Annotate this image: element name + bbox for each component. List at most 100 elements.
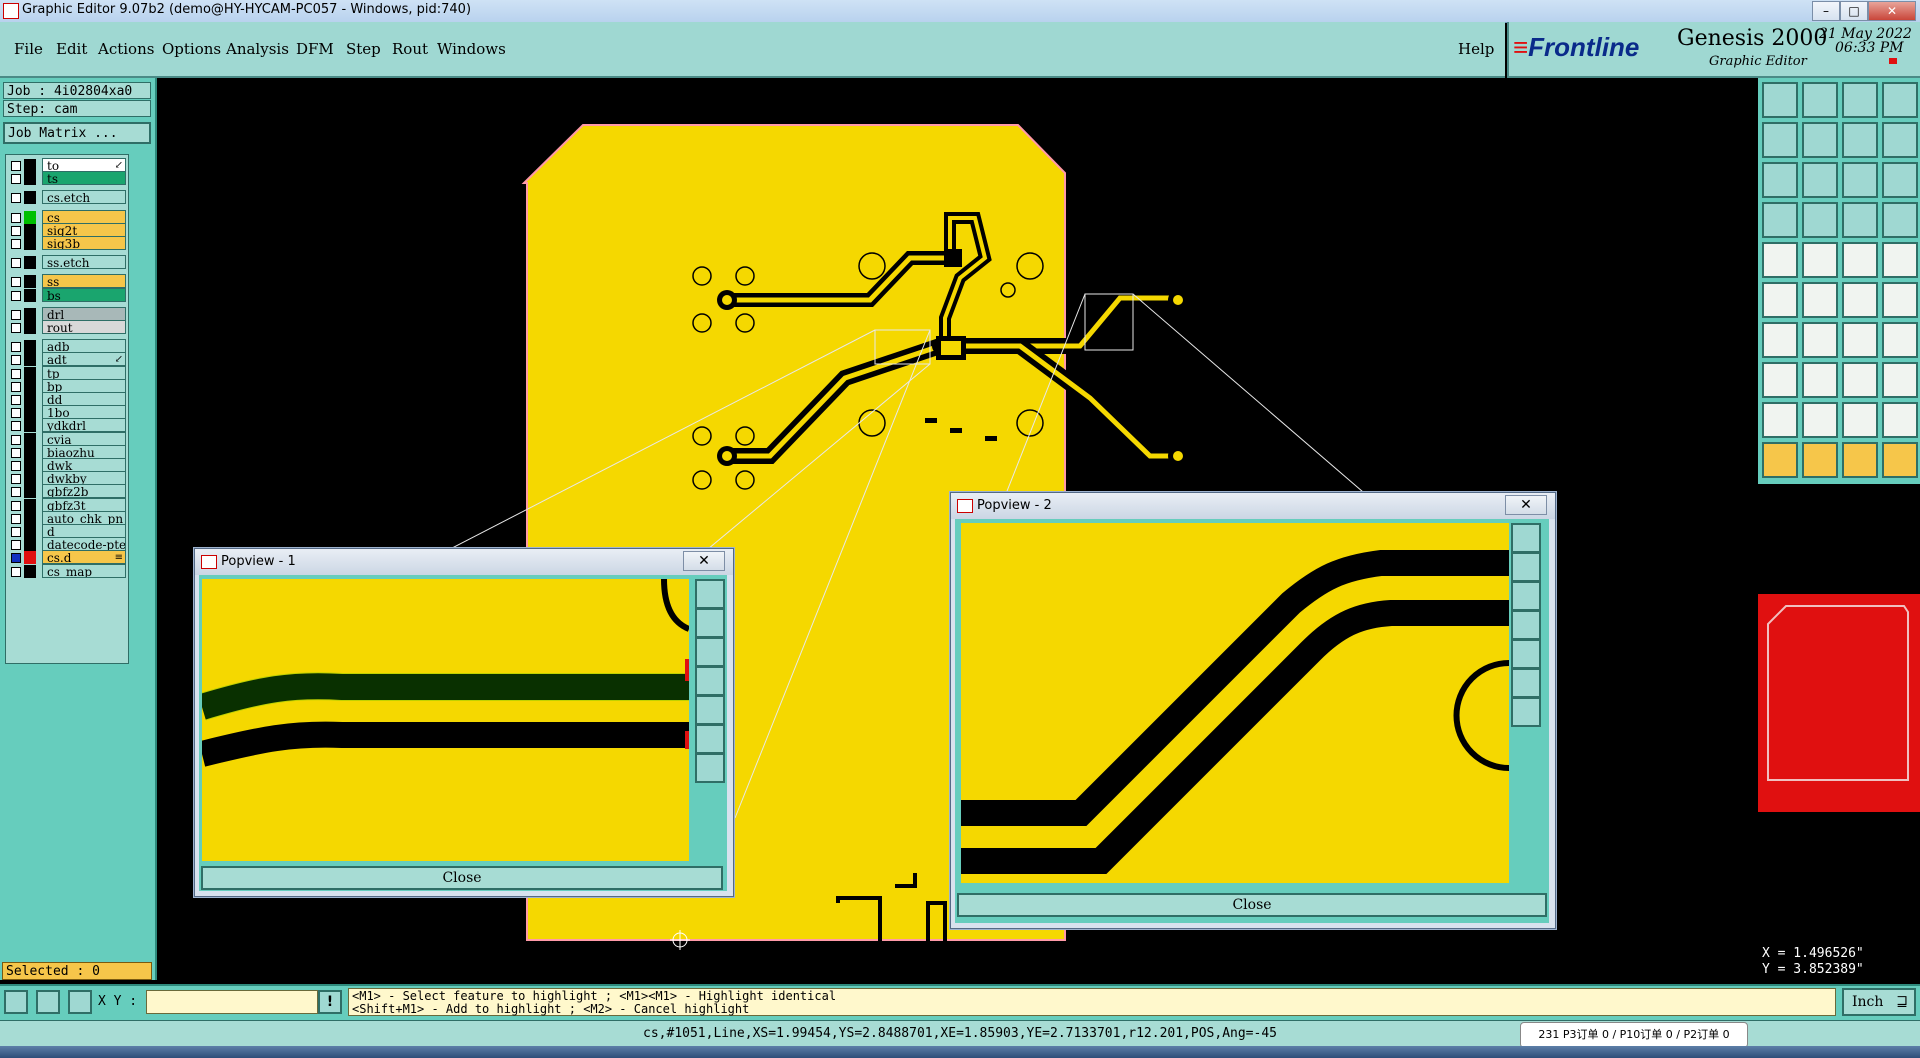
- popview-2-canvas[interactable]: [961, 523, 1509, 883]
- help-icon[interactable]: [1882, 162, 1918, 198]
- layer-checkbox[interactable]: [11, 487, 21, 498]
- layer-row[interactable]: rout: [6, 320, 126, 335]
- layer-checkbox[interactable]: [11, 461, 21, 471]
- layer-name[interactable]: rout: [42, 320, 126, 334]
- grid-icon[interactable]: [1802, 202, 1838, 238]
- cross-icon[interactable]: [1802, 282, 1838, 318]
- layer-checkbox[interactable]: [11, 408, 21, 419]
- layer-checkbox[interactable]: [11, 239, 21, 249]
- node-icon[interactable]: [1762, 282, 1798, 318]
- pointer-select-icon[interactable]: [1802, 442, 1838, 478]
- layer-checkbox[interactable]: [11, 193, 21, 204]
- route-icon[interactable]: [1882, 442, 1918, 478]
- menu-windows[interactable]: Windows: [437, 40, 506, 58]
- layer-checkbox[interactable]: [11, 342, 21, 353]
- measure-button[interactable]: [36, 990, 60, 1014]
- popview-2-close-x[interactable]: ✕: [1505, 495, 1547, 515]
- rotate-icon[interactable]: [1842, 322, 1878, 358]
- layer-name[interactable]: dd: [42, 392, 126, 406]
- layer-name[interactable]: dwk: [42, 458, 126, 472]
- pop-down-icon[interactable]: [695, 637, 725, 667]
- layer-checkbox[interactable]: [11, 513, 21, 524]
- layer-name[interactable]: adb: [42, 339, 126, 354]
- layer-name[interactable]: to ↙: [42, 158, 126, 172]
- layer-checkbox[interactable]: [11, 434, 21, 445]
- layer-name[interactable]: ts: [42, 171, 126, 186]
- pop-up-icon[interactable]: [1511, 552, 1541, 582]
- pointer-add-icon[interactable]: [1842, 442, 1878, 478]
- popview-2-titlebar[interactable]: Popview - 2 ✕: [951, 493, 1555, 519]
- layer-checkbox[interactable]: [11, 258, 21, 269]
- layer-name[interactable]: cvia: [42, 431, 126, 446]
- layer-checkbox[interactable]: [11, 395, 21, 405]
- layer-name[interactable]: sig2t: [42, 222, 126, 237]
- layer-name[interactable]: tp: [42, 365, 126, 380]
- layer-checkbox[interactable]: [11, 421, 21, 432]
- pop-toggle-icon[interactable]: [695, 579, 725, 609]
- layer-row[interactable]: ss.etch: [6, 255, 126, 270]
- pop-center-icon[interactable]: [695, 753, 725, 783]
- snap-icon[interactable]: [1762, 202, 1798, 238]
- layer-checkbox[interactable]: [11, 225, 21, 236]
- ruler-icon[interactable]: [1842, 242, 1878, 278]
- pop-toggle-icon[interactable]: [1511, 523, 1541, 553]
- layer-name[interactable]: datecode-pte: [42, 537, 126, 552]
- menu-rout[interactable]: Rout: [392, 40, 428, 58]
- popview-1-close-x[interactable]: ✕: [683, 551, 725, 571]
- step-icon[interactable]: [1882, 402, 1918, 438]
- save-icon[interactable]: [1802, 82, 1838, 118]
- zoom-center-icon[interactable]: [1802, 162, 1838, 198]
- layer-checkbox[interactable]: [11, 161, 21, 171]
- mirror-icon[interactable]: [1882, 322, 1918, 358]
- menu-help[interactable]: Help: [1458, 40, 1494, 58]
- arch-icon[interactable]: [1842, 402, 1878, 438]
- snap-mode-button[interactable]: [4, 990, 28, 1014]
- layer-checkbox[interactable]: [11, 553, 21, 564]
- layer-row[interactable]: ts: [6, 171, 126, 186]
- layer-checkbox[interactable]: [11, 368, 21, 379]
- layer-name[interactable]: ydkdrl: [42, 418, 126, 433]
- layer-name[interactable]: adt ↙: [42, 352, 126, 367]
- menu-step[interactable]: Step: [346, 40, 381, 58]
- layer-checkbox[interactable]: [11, 474, 21, 485]
- pop-fit-icon[interactable]: [695, 724, 725, 754]
- pop-left-icon[interactable]: [1511, 610, 1541, 640]
- layer-checkbox[interactable]: [11, 500, 21, 511]
- copy-icon[interactable]: [1882, 362, 1918, 398]
- layer-swap-icon[interactable]: [1882, 202, 1918, 238]
- popview-1-close-button[interactable]: Close: [201, 866, 723, 890]
- minus-icon[interactable]: [1802, 362, 1838, 398]
- pop-left-icon[interactable]: [695, 666, 725, 696]
- minimize-button[interactable]: –: [1812, 1, 1840, 21]
- split-view-icon[interactable]: [1882, 82, 1918, 118]
- pad-icon[interactable]: [1762, 362, 1798, 398]
- fit-icon[interactable]: [1882, 122, 1918, 158]
- layer-name[interactable]: gbfz3t: [42, 497, 126, 512]
- layer-name[interactable]: cs.d ≡: [42, 550, 126, 565]
- pop-right-icon[interactable]: [695, 695, 725, 725]
- pop-down-icon[interactable]: [1511, 581, 1541, 611]
- grid-button[interactable]: [68, 990, 92, 1014]
- ratio-icon[interactable]: [1842, 162, 1878, 198]
- layer-name[interactable]: d: [42, 524, 126, 538]
- peak-icon[interactable]: [1802, 402, 1838, 438]
- menu-actions[interactable]: Actions: [98, 40, 154, 58]
- layer-name[interactable]: gbfz2b: [42, 484, 126, 499]
- xy-input[interactable]: [146, 990, 318, 1014]
- layer-name[interactable]: cs: [42, 209, 126, 224]
- layer-name[interactable]: sig3b: [42, 236, 126, 250]
- layer-name[interactable]: ss: [42, 274, 126, 289]
- layer-checkbox[interactable]: [11, 540, 21, 551]
- pop-right-icon[interactable]: [1511, 639, 1541, 669]
- layer-checkbox[interactable]: [11, 527, 21, 537]
- menu-edit[interactable]: Edit: [56, 40, 87, 58]
- shape-icon[interactable]: [1802, 242, 1838, 278]
- popview-2-close-button[interactable]: Close: [957, 893, 1547, 917]
- alert-button[interactable]: !: [318, 990, 342, 1014]
- layer-row[interactable]: bs: [6, 287, 126, 303]
- zoom-right-icon[interactable]: [1802, 122, 1838, 158]
- layer-name[interactable]: bp: [42, 378, 126, 393]
- layer-name[interactable]: cs_map: [42, 563, 126, 578]
- layer-name[interactable]: dwkby: [42, 471, 126, 486]
- zoom-fit-icon[interactable]: [1762, 162, 1798, 198]
